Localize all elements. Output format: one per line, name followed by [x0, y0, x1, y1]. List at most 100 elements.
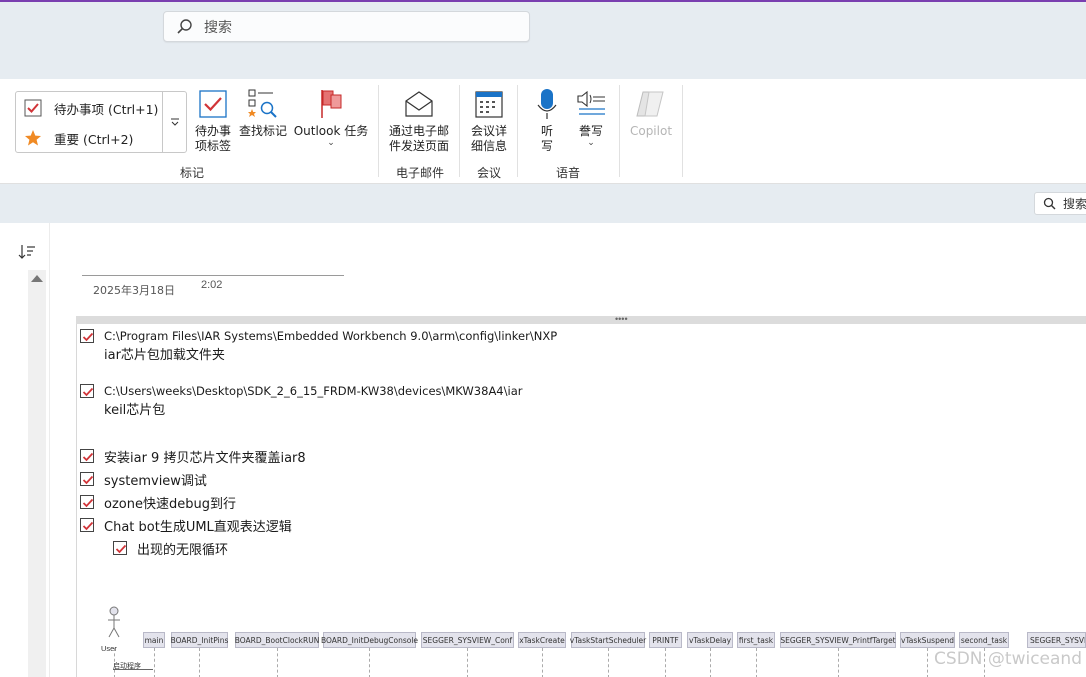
- dictate-button[interactable]: 听 写: [533, 88, 561, 154]
- note-container-handle[interactable]: ••••: [76, 315, 1086, 324]
- outlook-tasks-label: Outlook 任务: [293, 124, 369, 138]
- lifeline: [154, 648, 155, 677]
- group-label-voice: 语音: [555, 166, 580, 180]
- lifeline: [756, 648, 757, 677]
- lifeline: [608, 648, 609, 677]
- lifeline-box: second_task: [959, 632, 1009, 648]
- gallery-item-todo[interactable]: 待办事项 (Ctrl+1): [24, 97, 158, 119]
- copilot-label: Copilot: [629, 124, 673, 138]
- note-container-border: [76, 324, 77, 677]
- todo-text: iar芯片包加载文件夹: [104, 348, 225, 363]
- lifeline: [369, 648, 370, 677]
- group-label-tags: 标记: [179, 166, 204, 180]
- meeting-details-button[interactable]: 会议详 细信息: [466, 88, 512, 154]
- todo-item: C:\Program Files\IAR Systems\Embedded Wo…: [80, 329, 557, 365]
- find-tags-button[interactable]: 查找标记: [237, 88, 289, 139]
- lifeline-box: PRINTF: [649, 632, 682, 648]
- lifeline-box: BOARD_InitDebugConsole: [321, 632, 418, 648]
- todo-checkbox[interactable]: [80, 449, 94, 463]
- todo-checkbox[interactable]: [80, 472, 94, 486]
- lifeline-box: main: [143, 632, 165, 648]
- chevron-down-icon: ⌄: [327, 138, 335, 148]
- note-date: 2025年3月18日: [93, 284, 175, 297]
- todo-item: systemview调试: [80, 472, 207, 491]
- tag-gallery[interactable]: 待办事项 (Ctrl+1) 重要 (Ctrl+2): [15, 91, 187, 153]
- star-icon: [24, 129, 42, 147]
- todo-text: C:\Program Files\IAR Systems\Embedded Wo…: [104, 329, 558, 343]
- todo-text: systemview调试: [104, 474, 207, 489]
- todo-checkbox[interactable]: [80, 329, 94, 343]
- search-box[interactable]: 搜索: [163, 11, 530, 42]
- outlook-tasks-button[interactable]: Outlook 任务 ⌄: [291, 88, 371, 148]
- transcribe-icon: [575, 88, 607, 120]
- group-divider: [619, 85, 620, 177]
- group-divider: [682, 85, 683, 177]
- group-divider: [378, 85, 379, 177]
- find-tags-icon: [247, 88, 279, 120]
- envelope-icon: [403, 88, 435, 120]
- transcribe-label: 誊写: [578, 124, 603, 138]
- page-search-label: 搜索: [1063, 197, 1086, 211]
- find-tags-label: 查找标记: [238, 124, 287, 138]
- gallery-item-label: 待办事项 (Ctrl+1): [54, 101, 159, 117]
- group-label-email: 电子邮件: [395, 166, 444, 180]
- copilot-button[interactable]: Copilot: [626, 88, 676, 139]
- lifeline-box: vTaskDelay: [687, 632, 733, 648]
- lifeline: [277, 648, 278, 677]
- lifeline: [542, 648, 543, 677]
- note-canvas[interactable]: 2025年3月18日 2:02 •••• C:\Program Files\IA…: [51, 223, 1086, 677]
- chevron-down-icon: ⌄: [587, 138, 595, 148]
- lifeline: [838, 648, 839, 677]
- lifeline: [710, 648, 711, 677]
- todo-checkbox[interactable]: [80, 384, 94, 398]
- group-divider: [459, 85, 460, 177]
- gallery-item-important[interactable]: 重要 (Ctrl+2): [24, 127, 133, 149]
- lifeline-box: xTaskCreate: [518, 632, 566, 648]
- todo-checkbox[interactable]: [80, 518, 94, 532]
- scroll-up-icon[interactable]: [31, 275, 43, 282]
- scrollbar[interactable]: [28, 270, 46, 677]
- gallery-expand-button[interactable]: [162, 92, 186, 152]
- more-icon: [170, 118, 179, 126]
- todo-text: 安装iar 9 拷贝芯片文件夹覆盖iar8: [104, 451, 306, 466]
- lifeline: [199, 648, 200, 677]
- search-placeholder: 搜索: [204, 19, 232, 36]
- group-label-meetings: 会议: [476, 166, 501, 180]
- email-page-button[interactable]: 通过电子邮 件发送页面: [386, 88, 452, 154]
- page-list-pane: [0, 223, 50, 677]
- todo-checkbox[interactable]: [113, 541, 127, 555]
- watermark: CSDN @twiceand: [934, 649, 1082, 669]
- lifeline-box: SEGGER_SYSVIEW_Conf: [421, 632, 514, 648]
- todo-tag-button[interactable]: 待办事 项标签: [193, 88, 233, 154]
- page-search-box[interactable]: 搜索: [1034, 192, 1086, 215]
- message-arrow: [113, 669, 153, 670]
- ribbon: 待办事项 (Ctrl+1) 重要 (Ctrl+2) 待办事 项标签 查找标记 O…: [0, 79, 1086, 184]
- dictate-label: 听 写: [540, 124, 553, 153]
- todo-item: ozone快速debug到行: [80, 495, 236, 514]
- lifeline-box: first_task: [737, 632, 775, 648]
- lifeline: [665, 648, 666, 677]
- copilot-icon: [635, 88, 667, 120]
- page-toolbar: 搜索: [0, 184, 1086, 223]
- lifeline-box: BOARD_BootClockRUN: [235, 632, 319, 648]
- lifeline: [927, 648, 928, 677]
- todo-checkbox[interactable]: [80, 495, 94, 509]
- gallery-item-label: 重要 (Ctrl+2): [54, 131, 134, 147]
- drag-grip-icon[interactable]: ••••: [615, 315, 628, 324]
- todo-tag-icon: [197, 88, 229, 120]
- todo-text: 出现的无限循环: [137, 543, 229, 558]
- page-title-underline: [82, 275, 344, 276]
- sort-icon[interactable]: [18, 243, 36, 261]
- todo-text: ozone快速debug到行: [104, 497, 236, 512]
- lifeline-box: SEGGER_SYSVIEW: [1027, 632, 1086, 648]
- todo-item: Chat bot生成UML直观表达逻辑: [80, 518, 292, 537]
- todo-text: C:\Users\weeks\Desktop\SDK_2_6_15_FRDM-K…: [104, 384, 523, 398]
- note-time: 2:02: [201, 279, 223, 291]
- search-icon: [177, 18, 192, 34]
- transcribe-button[interactable]: 誊写 ⌄: [573, 88, 609, 148]
- calendar-icon: [473, 88, 505, 120]
- group-divider: [517, 85, 518, 177]
- meeting-details-label: 会议详 细信息: [470, 124, 507, 153]
- todo-item: C:\Users\weeks\Desktop\SDK_2_6_15_FRDM-K…: [80, 384, 522, 420]
- checkbox-icon: [24, 99, 42, 117]
